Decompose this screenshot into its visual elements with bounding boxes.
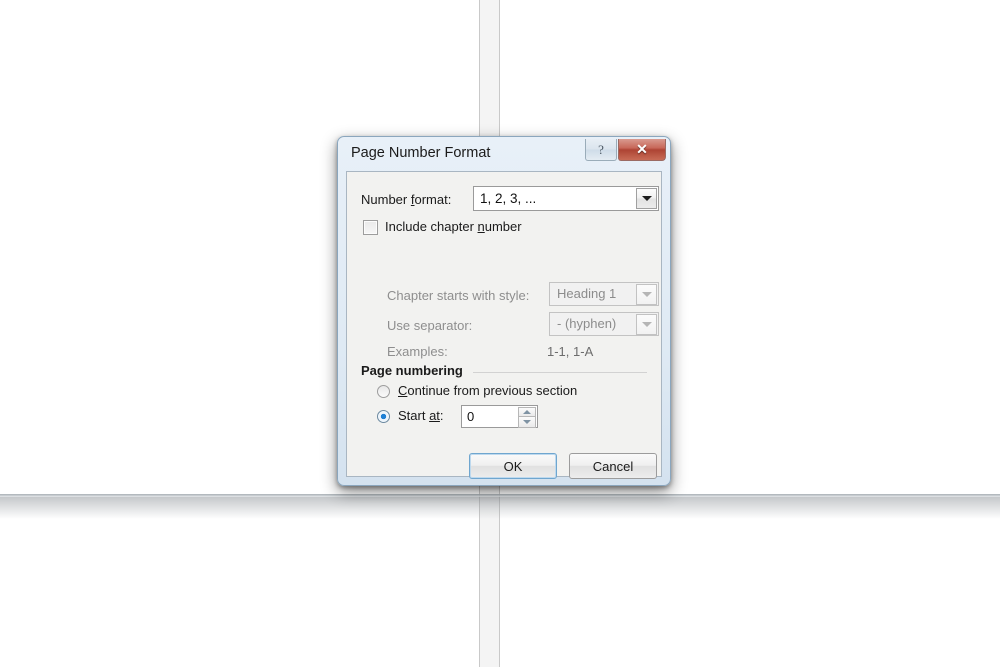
include-chapter-number-checkbox[interactable] — [363, 220, 378, 235]
number-format-combobox[interactable]: 1, 2, 3, ... — [473, 186, 659, 211]
start-at-spinner[interactable]: 0 — [461, 405, 538, 428]
include-chapter-label-accel: n — [477, 219, 485, 234]
cancel-button[interactable]: Cancel — [569, 453, 657, 479]
page-numbering-legend: Page numbering — [361, 363, 470, 378]
continue-from-previous-section-radio[interactable] — [377, 385, 390, 398]
start-at-radio[interactable] — [377, 410, 390, 423]
continue-from-previous-section-label: Continue from previous section — [398, 383, 577, 398]
number-format-dropdown-button[interactable] — [636, 188, 657, 209]
spinner-up-arrow-icon — [523, 410, 531, 414]
page-numbering-separator-line — [473, 372, 647, 373]
ok-button[interactable]: OK — [469, 453, 557, 479]
start-at-input-value[interactable]: 0 — [467, 409, 474, 424]
number-format-label-suffix: ormat: — [414, 192, 452, 207]
include-chapter-label-prefix: Include chapter — [385, 219, 478, 234]
chapter-style-combobox[interactable]: Heading 1 — [549, 282, 659, 306]
continue-label-suffix: ontinue from previous section — [407, 383, 578, 398]
start-at-label-suffix: : — [439, 408, 444, 423]
dialog-title: Page Number Format — [351, 145, 491, 161]
page-number-format-dialog: Page Number Format ? ✕ Number format: 1,… — [337, 136, 671, 486]
dialog-client-area: Number format: 1, 2, 3, ... Include chap… — [346, 171, 662, 479]
start-at-label-prefix: Start — [398, 408, 430, 423]
include-chapter-number-label: Include chapter number — [385, 219, 522, 234]
chevron-down-icon — [641, 292, 652, 297]
include-chapter-label-suffix: umber — [484, 219, 522, 234]
chevron-down-icon — [641, 322, 652, 327]
chapter-style-dropdown-button[interactable] — [636, 284, 657, 305]
question-mark-icon: ? — [598, 141, 604, 157]
use-separator-value: - (hyphen) — [557, 316, 617, 331]
examples-label: Examples: — [387, 344, 448, 359]
spinner-down-arrow-icon — [523, 420, 531, 424]
use-separator-combobox[interactable]: - (hyphen) — [549, 312, 659, 336]
document-bottom-shadow — [0, 497, 1000, 519]
use-separator-dropdown-button[interactable] — [636, 314, 657, 335]
number-format-value: 1, 2, 3, ... — [480, 191, 537, 206]
use-separator-label: Use separator: — [387, 318, 473, 333]
chapter-style-label: Chapter starts with style: — [387, 288, 530, 303]
chapter-style-value: Heading 1 — [557, 286, 617, 301]
continue-label-accel: C — [398, 383, 408, 398]
chevron-down-icon — [641, 196, 652, 201]
start-at-spinner-up-button[interactable] — [518, 407, 536, 417]
start-at-spinner-down-button[interactable] — [518, 417, 536, 428]
window-buttons: ? ✕ — [585, 139, 666, 163]
start-at-label: Start at: — [398, 408, 444, 423]
help-button[interactable]: ? — [585, 139, 617, 161]
dialog-inner: Page Number Format ? ✕ Number format: 1,… — [342, 139, 666, 481]
examples-value: 1-1, 1-A — [547, 344, 594, 359]
dialog-title-bar[interactable]: Page Number Format ? ✕ — [342, 139, 666, 171]
start-at-label-accel: at — [429, 408, 440, 423]
number-format-label-prefix: Number — [361, 192, 411, 207]
close-button[interactable]: ✕ — [618, 139, 666, 161]
page-numbering-group: Page numbering — [361, 363, 647, 378]
number-format-label: Number format: — [361, 192, 451, 207]
start-at-spinner-buttons — [518, 407, 536, 428]
close-x-icon: ✕ — [636, 141, 648, 157]
